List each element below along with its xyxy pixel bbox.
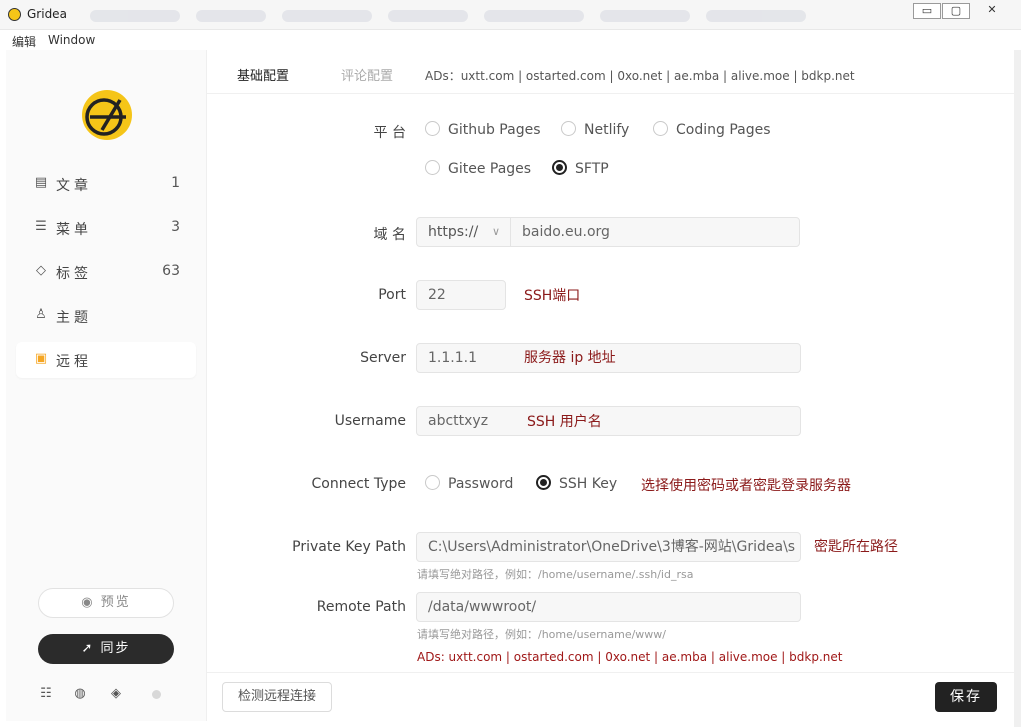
- tab-comment-config[interactable]: 评论配置: [341, 65, 393, 84]
- minimize-button[interactable]: ▭: [913, 3, 941, 19]
- preview-label: 预览: [100, 595, 131, 610]
- sidebar-item-label: 菜单: [56, 222, 92, 238]
- menu-window[interactable]: Window: [48, 33, 95, 47]
- sidebar-item-count: 3: [171, 219, 180, 235]
- radio-label: Password: [448, 476, 514, 492]
- domain-label: 域 名: [373, 227, 406, 243]
- radio-netlify[interactable]: Netlify: [561, 121, 629, 138]
- preview-button[interactable]: ◉ 预览: [38, 588, 174, 618]
- sidebar-item-label: 主题: [56, 310, 92, 326]
- radio-ssh-key[interactable]: SSH Key: [536, 475, 617, 492]
- username-annotation: SSH 用户名: [527, 414, 602, 430]
- port-input[interactable]: 22: [416, 280, 506, 310]
- close-button[interactable]: ✕: [970, 3, 1014, 19]
- sidebar-item-label: 远程: [56, 354, 92, 370]
- radio-circle: [425, 121, 440, 136]
- radio-label: Gitee Pages: [448, 161, 532, 177]
- protocol-select[interactable]: https:// ∨: [416, 217, 511, 247]
- protocol-value: https://: [428, 224, 479, 240]
- background-tabs: [90, 6, 900, 26]
- ads-text: ADs: uxtt.com | ostarted.com | 0xo.net |…: [417, 650, 843, 664]
- radio-circle: [425, 160, 440, 175]
- radio-label: SFTP: [575, 161, 609, 177]
- sidebar-item-tags[interactable]: ◇ 标签 63: [16, 254, 196, 290]
- tab-basic-config[interactable]: 基础配置: [237, 65, 289, 84]
- platform-label: 平 台: [373, 125, 406, 141]
- sidebar-footer: ☷ ◍ ◈: [38, 686, 178, 706]
- footer-divider: [207, 672, 1014, 673]
- rocket-icon: ➚: [81, 641, 95, 656]
- globe-icon[interactable]: ◍: [72, 686, 88, 702]
- sidebar-item-remote[interactable]: ▣ 远程: [16, 342, 196, 378]
- eye-icon: ◉: [81, 595, 95, 610]
- tag-icon: ◇: [36, 263, 46, 278]
- connect-type-label: Connect Type: [311, 476, 407, 492]
- menu-bar: 编辑 Window: [0, 30, 1021, 50]
- private-key-annotation: 密匙所在路径: [814, 539, 898, 555]
- remote-path-label: Remote Path: [316, 599, 406, 615]
- maximize-button[interactable]: ▢: [942, 3, 970, 19]
- remote-path-hint: 请填写绝对路径，例如：/home/username/www/: [417, 628, 666, 641]
- sidebar-item-count: 63: [162, 263, 180, 279]
- server-icon: ▣: [34, 351, 48, 366]
- menu-icon: ☰: [35, 219, 47, 234]
- sidebar-item-articles[interactable]: ▤ 文章 1: [16, 166, 196, 202]
- check-remote-connection-button[interactable]: 检测远程连接: [222, 682, 332, 712]
- radio-label: Coding Pages: [676, 122, 771, 138]
- settings-tabs: 基础配置 评论配置 ADs：uxtt.com | ostarted.com | …: [207, 50, 1014, 94]
- private-key-hint: 请填写绝对路径，例如：/home/username/.ssh/id_rsa: [417, 568, 694, 581]
- radio-circle: [561, 121, 576, 136]
- main-panel: 基础配置 评论配置 ADs：uxtt.com | ostarted.com | …: [207, 50, 1014, 721]
- radio-circle-checked: [536, 475, 551, 490]
- menu-edit[interactable]: 编辑: [12, 33, 36, 50]
- gridea-logo: [82, 90, 132, 140]
- radio-circle-checked: [552, 160, 567, 175]
- radio-label: Netlify: [584, 122, 630, 138]
- window-title: Gridea: [27, 7, 67, 21]
- private-key-path-label: Private Key Path: [292, 539, 406, 555]
- sync-label: 同步: [100, 641, 131, 656]
- private-key-path-input[interactable]: C:\Users\Administrator\OneDrive\3博客-网站\G…: [416, 532, 801, 562]
- port-annotation: SSH端口: [524, 288, 581, 304]
- radio-coding-pages[interactable]: Coding Pages: [653, 121, 771, 138]
- radio-label: SSH Key: [559, 476, 618, 492]
- sync-button[interactable]: ➚ 同步: [38, 634, 174, 664]
- connect-type-annotation: 选择使用密码或者密匙登录服务器: [641, 478, 851, 494]
- port-label: Port: [378, 287, 406, 303]
- save-button[interactable]: 保存: [935, 682, 997, 712]
- sidebar: ▤ 文章 1 ☰ 菜单 3 ◇ 标签 63 ♙ 主题 ▣ 远程 ◉ 预览 ➚ 同…: [6, 50, 207, 721]
- gridea-app-icon: [8, 8, 21, 21]
- radio-label: Github Pages: [448, 122, 541, 138]
- article-icon: ▤: [34, 175, 48, 190]
- remote-path-input[interactable]: /data/wwwroot/: [416, 592, 801, 622]
- settings-sliders-icon[interactable]: ☷: [38, 686, 54, 702]
- server-annotation: 服务器 ip 地址: [524, 350, 616, 366]
- username-input[interactable]: abcttxyz: [416, 406, 801, 436]
- window-right-edge: [1014, 50, 1021, 727]
- sidebar-item-theme[interactable]: ♙ 主题: [16, 298, 196, 334]
- title-bar: Gridea ▭ ▢ ✕: [0, 0, 1021, 30]
- sidebar-item-menus[interactable]: ☰ 菜单 3: [16, 210, 196, 246]
- radio-circle: [425, 475, 440, 490]
- radio-sftp[interactable]: SFTP: [552, 160, 609, 177]
- server-label: Server: [360, 350, 406, 366]
- domain-input[interactable]: baido.eu.org: [510, 217, 800, 247]
- radio-password[interactable]: Password: [425, 475, 513, 492]
- radio-github-pages[interactable]: Github Pages: [425, 121, 541, 138]
- github-icon[interactable]: ◈: [108, 686, 124, 702]
- radio-circle: [653, 121, 668, 136]
- status-dot-icon: [152, 690, 161, 699]
- tabs-ads-text: ADs：uxtt.com | ostarted.com | 0xo.net | …: [425, 69, 855, 83]
- sidebar-item-count: 1: [171, 175, 180, 191]
- shirt-icon: ♙: [35, 307, 47, 322]
- sidebar-item-label: 文章: [56, 178, 92, 194]
- chevron-down-icon: ∨: [491, 225, 500, 238]
- sidebar-item-label: 标签: [56, 266, 92, 282]
- radio-gitee-pages[interactable]: Gitee Pages: [425, 160, 531, 177]
- username-label: Username: [334, 413, 406, 429]
